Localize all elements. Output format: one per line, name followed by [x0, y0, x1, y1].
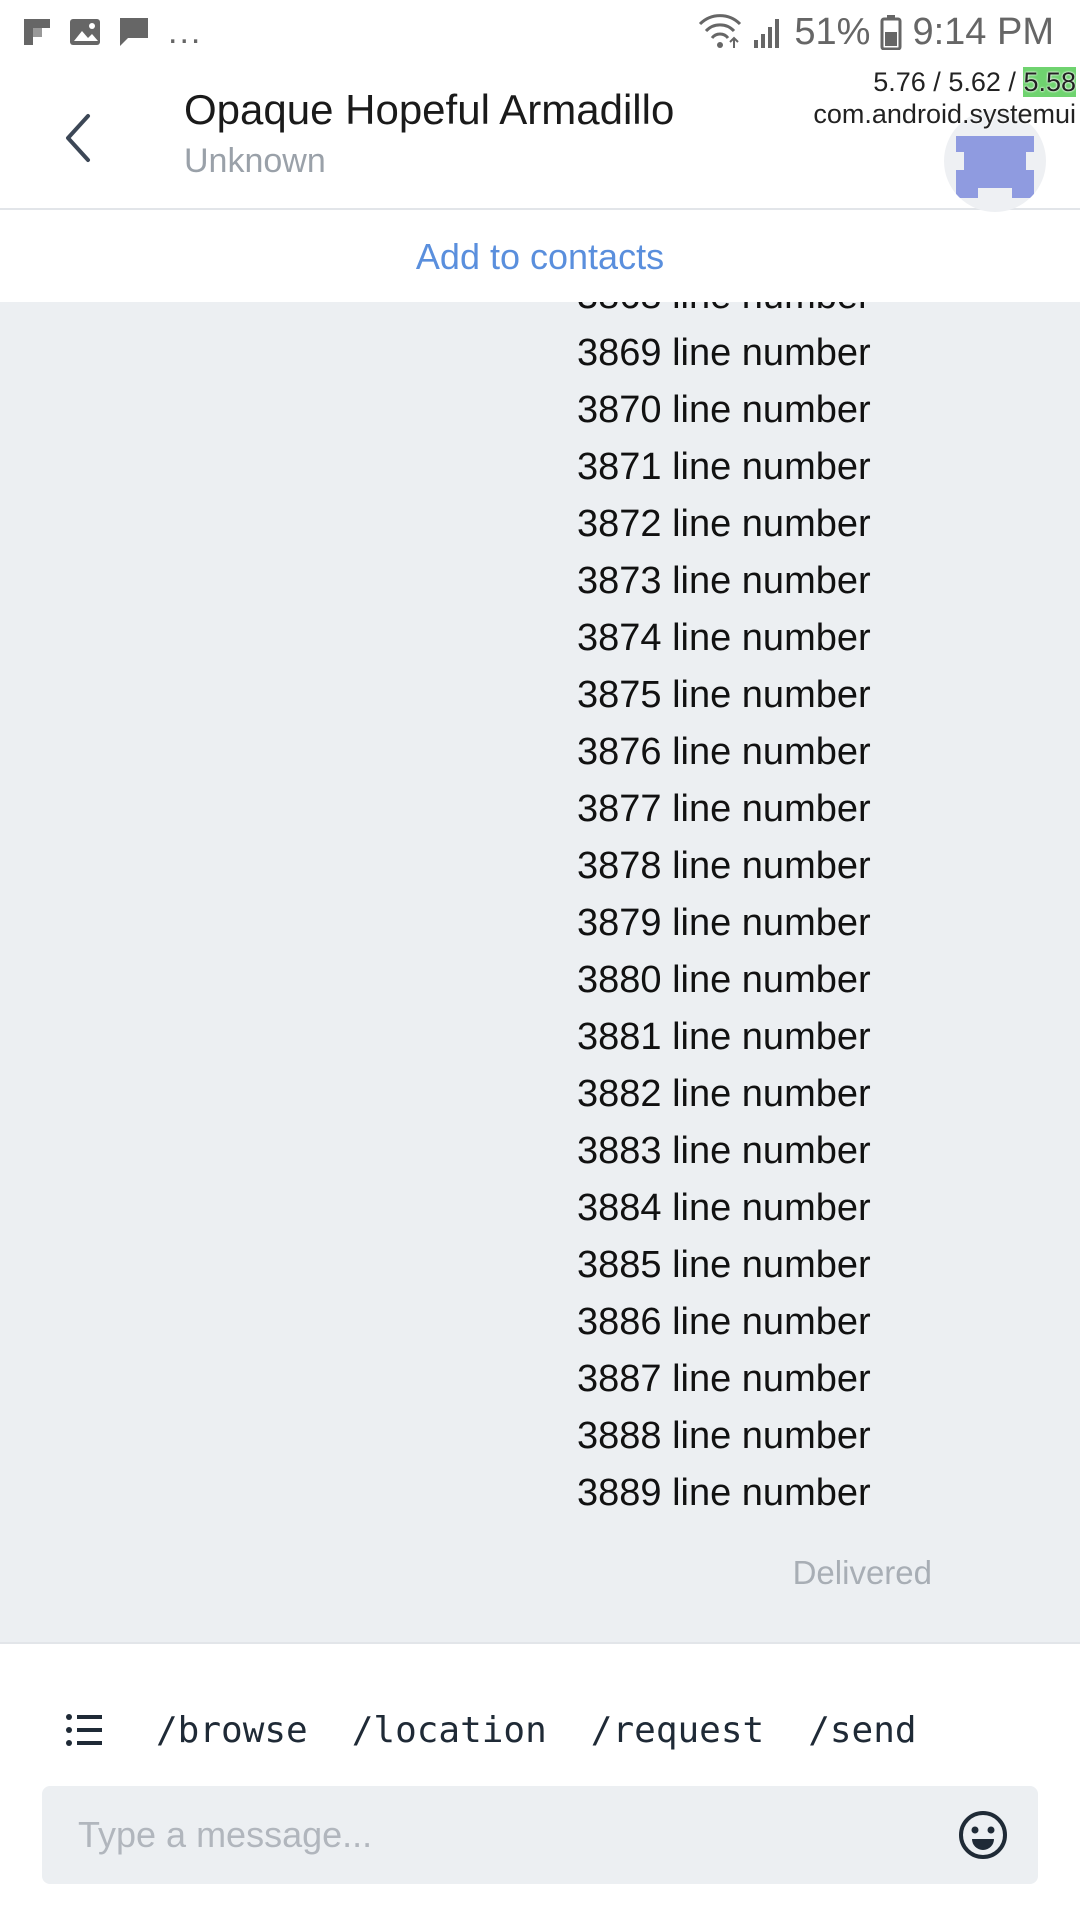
back-button[interactable] — [50, 110, 106, 166]
message-line: 3869 line number — [577, 332, 871, 374]
commands-list-icon[interactable] — [64, 1710, 104, 1750]
message-line: 3889 line number — [577, 1472, 871, 1514]
message-line: 3871 line number — [577, 446, 871, 488]
timing-highlight: 5.58 — [1023, 67, 1076, 97]
message-line: 3887 line number — [577, 1358, 871, 1400]
notification-icons: ... — [22, 12, 203, 51]
contact-status: Unknown — [184, 142, 326, 180]
message-line: 3870 line number — [577, 389, 871, 431]
contact-name: Opaque Hopeful Armadillo — [184, 86, 675, 133]
message-line: 3888 line number — [577, 1415, 871, 1457]
message-line: 3877 line number — [577, 788, 871, 830]
message-input[interactable] — [78, 1786, 918, 1884]
message-line: 3875 line number — [577, 674, 871, 716]
image-icon — [70, 19, 100, 45]
add-to-contacts-bar: Add to contacts — [0, 212, 1080, 302]
composer-area: /browse/location/request/send — [0, 1642, 1080, 1920]
command-request[interactable]: /request — [591, 1710, 764, 1751]
debug-overlay: 5.76 / 5.62 / 5.58 com.android.systemui — [813, 66, 1076, 130]
frame-timing: 5.76 / 5.62 / 5.58 — [873, 67, 1076, 97]
message-line: 3885 line number — [577, 1244, 871, 1286]
message-line: 3874 line number — [577, 617, 871, 659]
command-browse[interactable]: /browse — [156, 1710, 308, 1751]
message-bubble[interactable]: 3868 line number 3869 line number 3870 li… — [577, 302, 871, 1522]
message-line: 3882 line number — [577, 1073, 871, 1115]
message-line: 3886 line number — [577, 1301, 871, 1343]
message-line: 3883 line number — [577, 1130, 871, 1172]
command-location[interactable]: /location — [352, 1710, 547, 1751]
command-bar: /browse/location/request/send — [64, 1700, 961, 1760]
delivery-status: Delivered — [792, 1554, 932, 1591]
command-send[interactable]: /send — [808, 1710, 916, 1751]
system-status: 51% 9:14 PM — [698, 10, 1054, 54]
message-line: 3872 line number — [577, 503, 871, 545]
chat-area[interactable]: 3868 line number 3869 line number 3870 li… — [0, 302, 1080, 1642]
message-line: 3881 line number — [577, 1016, 871, 1058]
more-notifications: ... — [168, 12, 203, 51]
debug-package: com.android.systemui — [813, 99, 1076, 129]
battery-icon — [880, 15, 902, 50]
message-line: 3884 line number — [577, 1187, 871, 1229]
add-to-contacts-link[interactable]: Add to contacts — [416, 236, 664, 278]
message-line: 3876 line number — [577, 731, 871, 773]
signal-icon — [754, 19, 780, 48]
clock: 9:14 PM — [912, 10, 1054, 53]
message-line: 3873 line number — [577, 560, 871, 602]
message-input-box — [42, 1786, 1038, 1884]
message-line: 3880 line number — [577, 959, 871, 1001]
message-line: 3878 line number — [577, 845, 871, 887]
status-bar: ... 51% 9:14 PM — [0, 0, 1080, 66]
wifi-icon — [699, 14, 742, 48]
battery-percentage: 51% — [794, 10, 871, 53]
message-line: 3868 line number — [577, 302, 871, 325]
back-arrow-icon — [66, 114, 90, 162]
message-line: 3879 line number — [577, 902, 871, 944]
emoji-icon[interactable] — [958, 1810, 1008, 1860]
message-icon — [120, 18, 148, 46]
flipboard-icon — [24, 19, 50, 45]
